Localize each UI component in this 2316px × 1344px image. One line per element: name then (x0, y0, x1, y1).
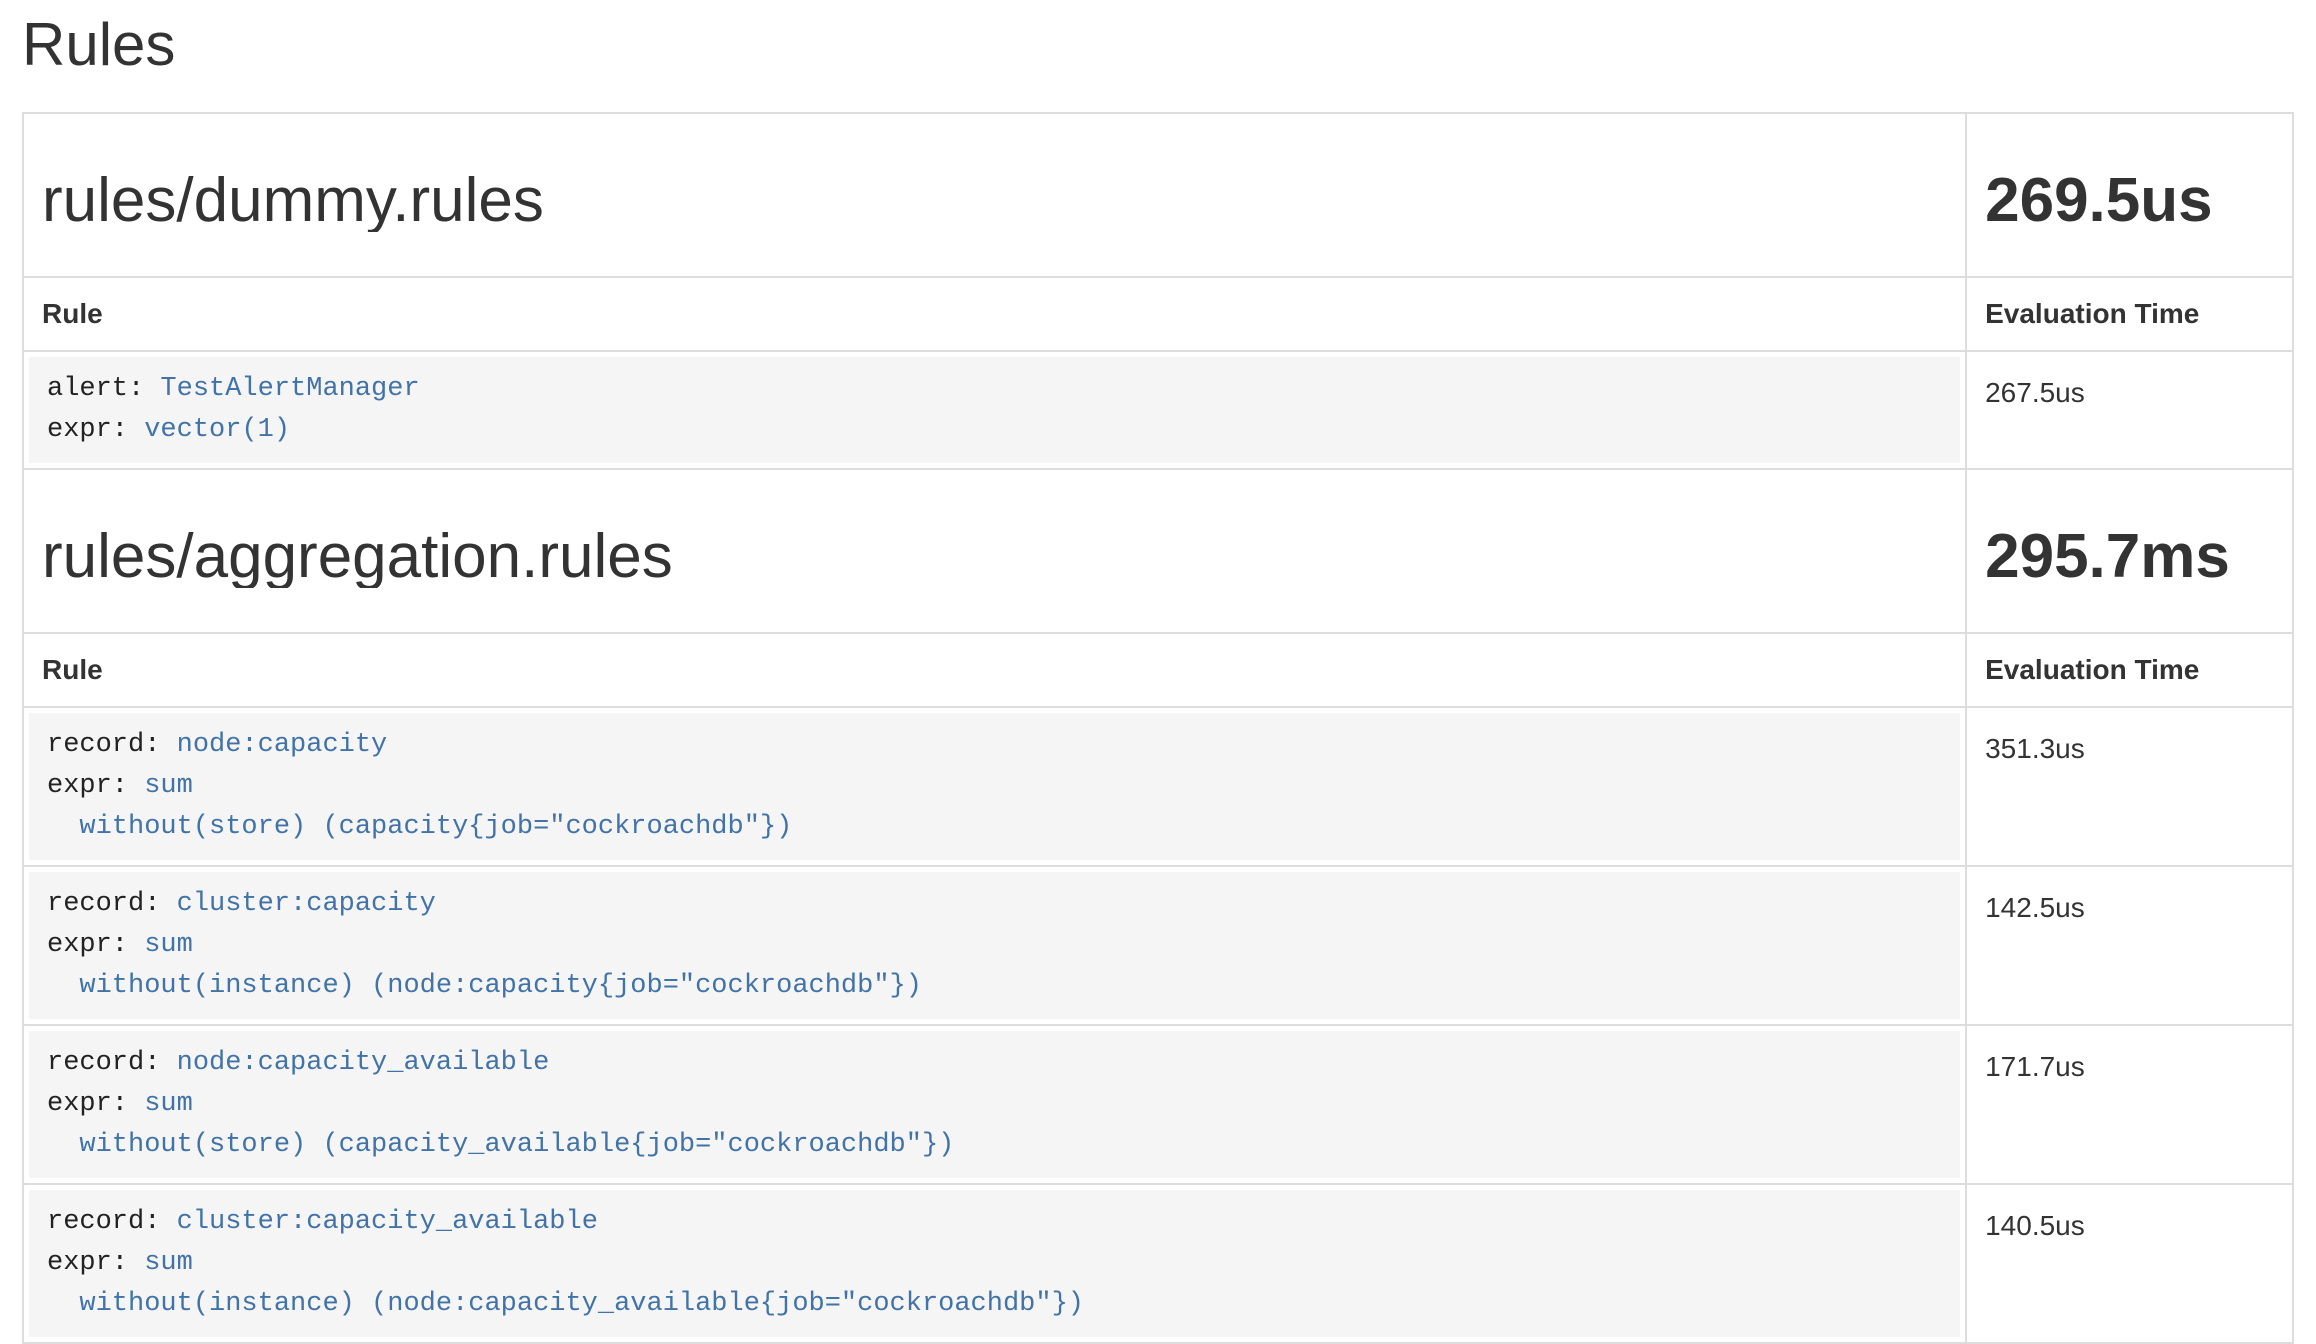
evaluation-time-cell: 142.5us (1966, 866, 2293, 1025)
rule-row: record: node:capacity_available expr: su… (23, 1025, 2293, 1184)
rule-definition: record: node:capacity expr: sum without(… (29, 713, 1960, 860)
rule-column-header: Rule (23, 277, 1966, 351)
rules-page: Rules rules/dummy.rules269.5usRuleEvalua… (0, 14, 2316, 1344)
rule-cell: alert: TestAlertManager expr: vector(1) (23, 351, 1966, 469)
expr-keyword: expr: (47, 1248, 144, 1278)
group-evaluation-time-cell: 295.7ms (1966, 469, 2293, 633)
rule-cell: record: cluster:capacity expr: sum witho… (23, 866, 1966, 1025)
rule-expr-link[interactable]: vector(1) (144, 415, 290, 445)
evaluation-time-column-header: Evaluation Time (1966, 633, 2293, 707)
evaluation-time-cell: 171.7us (1966, 1025, 2293, 1184)
rule-expr-link[interactable]: sum without(instance) (node:capacity{job… (47, 930, 922, 1001)
evaluation-time-cell: 351.3us (1966, 707, 2293, 866)
column-header-row: RuleEvaluation Time (23, 277, 2293, 351)
rule-definition: record: node:capacity_available expr: su… (29, 1031, 1960, 1178)
rule-expr-link[interactable]: sum without(store) (capacity_available{j… (47, 1089, 954, 1160)
record-keyword: record: (47, 1207, 177, 1237)
rule-row: record: cluster:capacity_available expr:… (23, 1184, 2293, 1343)
group-header-row: rules/dummy.rules 269.5us (23, 113, 2293, 277)
record-keyword: record: (47, 1048, 177, 1078)
group-header-row: rules/aggregation.rules 295.7ms (23, 469, 2293, 633)
rule-definition: record: cluster:capacity_available expr:… (29, 1190, 1960, 1337)
rule-name-link[interactable]: cluster:capacity_available (177, 1207, 598, 1237)
group-file-name: rules/aggregation.rules (42, 526, 1947, 588)
expr-keyword: expr: (47, 1089, 144, 1119)
rule-name-link[interactable]: cluster:capacity (177, 889, 436, 919)
column-header-row: RuleEvaluation Time (23, 633, 2293, 707)
evaluation-time-column-header: Evaluation Time (1966, 277, 2293, 351)
rule-definition: alert: TestAlertManager expr: vector(1) (29, 357, 1960, 463)
rule-row: record: node:capacity expr: sum without(… (23, 707, 2293, 866)
group-file-name: rules/dummy.rules (42, 170, 1947, 232)
rule-row: alert: TestAlertManager expr: vector(1)2… (23, 351, 2293, 469)
rule-column-header: Rule (23, 633, 1966, 707)
rule-cell: record: cluster:capacity_available expr:… (23, 1184, 1966, 1343)
evaluation-time-cell: 140.5us (1966, 1184, 2293, 1343)
page-title: Rules (22, 14, 2294, 76)
rule-expr-link[interactable]: sum without(store) (capacity{job="cockro… (47, 771, 792, 842)
group-evaluation-time: 295.7ms (1985, 526, 2274, 588)
group-file-cell: rules/dummy.rules (23, 113, 1966, 277)
group-file-cell: rules/aggregation.rules (23, 469, 1966, 633)
expr-keyword: expr: (47, 415, 144, 445)
expr-keyword: expr: (47, 930, 144, 960)
rule-expr-link[interactable]: sum without(instance) (node:capacity_ava… (47, 1248, 1084, 1319)
record-keyword: record: (47, 730, 177, 760)
rule-name-link[interactable]: node:capacity (177, 730, 388, 760)
rule-name-link[interactable]: node:capacity_available (177, 1048, 550, 1078)
group-evaluation-time: 269.5us (1985, 170, 2274, 232)
rules-table: rules/dummy.rules269.5usRuleEvaluation T… (22, 112, 2294, 1344)
expr-keyword: expr: (47, 771, 144, 801)
alert-keyword: alert: (47, 374, 160, 404)
rule-definition: record: cluster:capacity expr: sum witho… (29, 872, 1960, 1019)
evaluation-time-cell: 267.5us (1966, 351, 2293, 469)
record-keyword: record: (47, 889, 177, 919)
rule-cell: record: node:capacity_available expr: su… (23, 1025, 1966, 1184)
group-evaluation-time-cell: 269.5us (1966, 113, 2293, 277)
rule-cell: record: node:capacity expr: sum without(… (23, 707, 1966, 866)
rule-row: record: cluster:capacity expr: sum witho… (23, 866, 2293, 1025)
rule-name-link[interactable]: TestAlertManager (160, 374, 419, 404)
